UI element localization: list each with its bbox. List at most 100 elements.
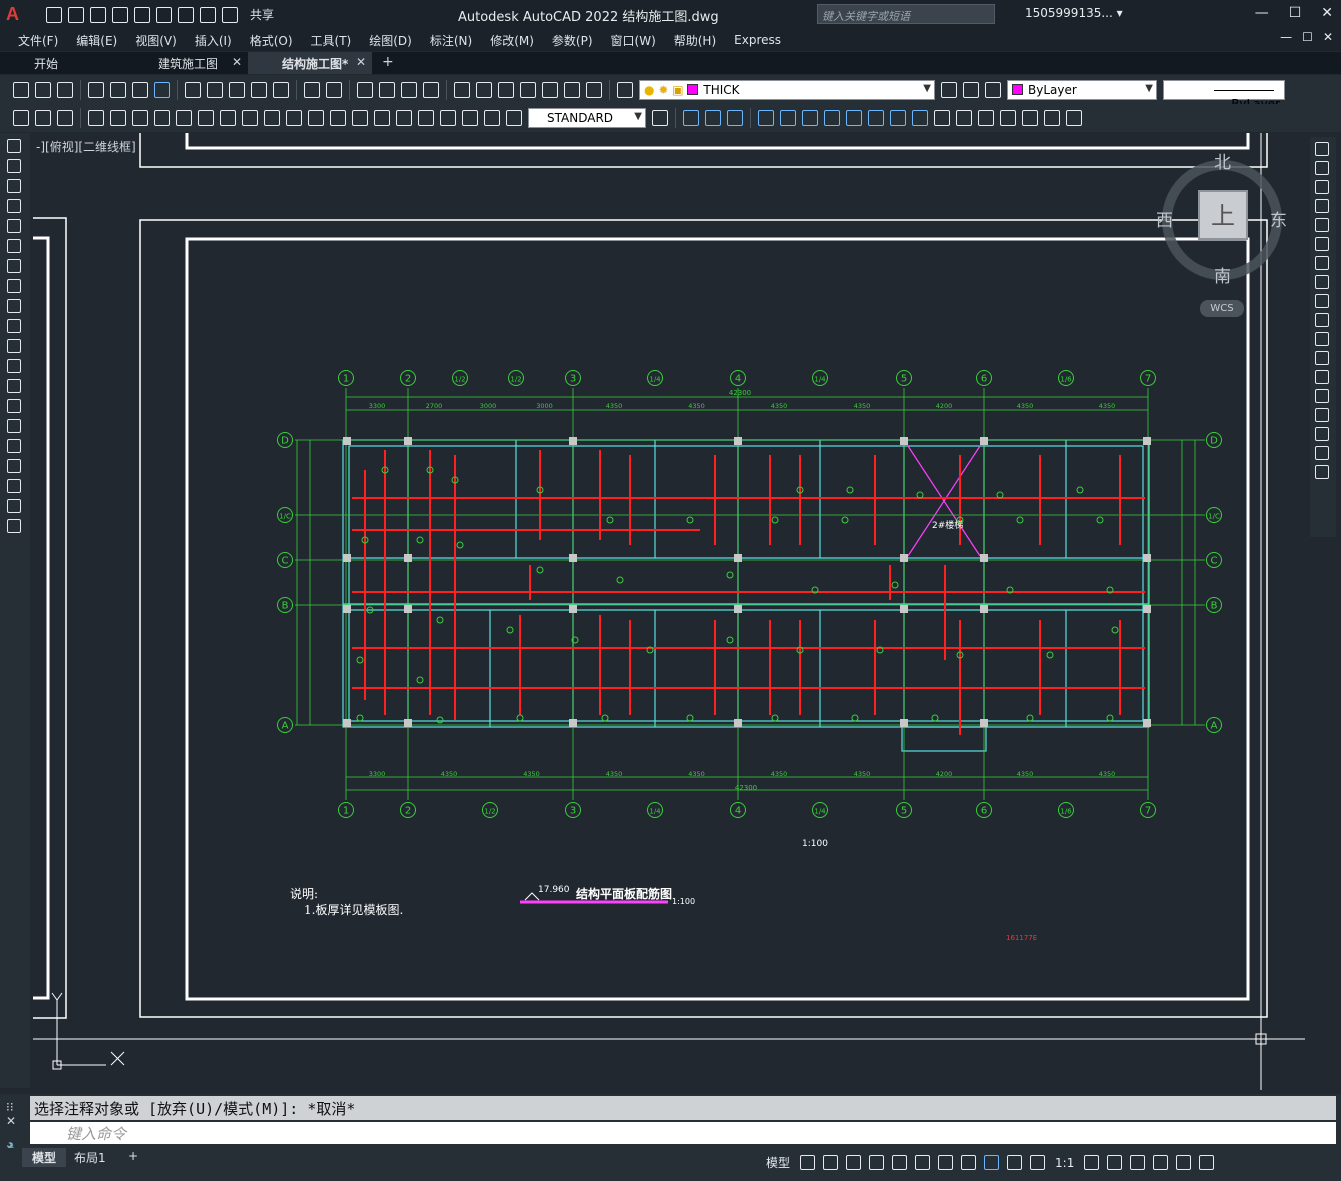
autocad-logo-icon[interactable]: A [6,4,28,26]
taper-faces-icon[interactable] [868,110,884,126]
layer-dropdown[interactable]: ● ✹ ▣ THICK ▼ [639,79,935,100]
design-center-icon[interactable] [476,81,492,98]
menu-file[interactable]: 文件(F) [18,32,58,49]
save-icon[interactable] [90,6,106,23]
inspection-icon[interactable] [418,110,434,126]
shell-icon[interactable] [1000,110,1016,126]
new-icon[interactable] [13,81,29,98]
dimension-style-icon[interactable] [652,110,668,126]
tab-start[interactable]: 开始 [0,52,124,74]
edit-text-icon[interactable] [13,110,29,126]
arc-icon[interactable] [7,239,21,253]
print-icon[interactable] [178,6,194,23]
plot-preview-icon[interactable] [110,81,126,98]
command-input[interactable]: 键入命令 [30,1122,1336,1144]
arc-length-icon[interactable] [132,110,148,126]
publish-icon[interactable] [132,81,148,98]
menu-tools[interactable]: 工具(T) [311,32,352,49]
break-at-point-icon[interactable] [1315,351,1329,365]
polyline-icon[interactable] [7,179,21,193]
revision-cloud-icon[interactable] [7,279,21,293]
redo-icon[interactable] [326,81,342,98]
baseline-dimension-icon[interactable] [286,110,302,126]
multiline-text-icon[interactable] [7,499,21,513]
menu-express[interactable]: Express [734,33,781,47]
new-icon[interactable] [46,6,62,23]
clean-icon[interactable] [956,110,972,126]
undo-icon[interactable] [304,81,320,98]
scale-icon[interactable] [1315,275,1329,289]
menu-view[interactable]: 视图(V) [135,32,177,49]
menu-draw[interactable]: 绘图(D) [369,32,412,49]
extend-icon[interactable] [1315,332,1329,346]
region-icon[interactable] [7,459,21,473]
cut-icon[interactable] [185,81,201,98]
circle-icon[interactable] [7,259,21,273]
3d-print-icon[interactable] [154,81,170,98]
auto-scale-icon[interactable] [1007,1155,1023,1170]
dimension-text-edit-icon[interactable] [484,110,500,126]
object-snap-icon[interactable] [938,1155,954,1170]
line-icon[interactable] [7,139,21,153]
menu-help[interactable]: 帮助(H) [674,32,716,49]
layer-states-icon[interactable] [985,81,1001,98]
menu-insert[interactable]: 插入(I) [195,32,232,49]
angular-dimension-icon[interactable] [242,110,258,126]
extrude-faces-icon[interactable] [758,110,774,126]
paste-icon[interactable] [229,81,245,98]
make-current-layer-icon[interactable] [941,81,957,98]
linetype-dropdown[interactable]: ByLayer [1163,79,1285,111]
continue-dimension-icon[interactable] [308,110,324,126]
separate-icon[interactable] [978,110,994,126]
diameter-dimension-icon[interactable] [220,110,236,126]
menu-format[interactable]: 格式(O) [250,32,293,49]
maximize-button[interactable]: ☐ [1289,5,1302,21]
lineweight-icon[interactable] [961,1155,977,1170]
point-icon[interactable] [7,399,21,413]
array-icon[interactable] [1315,218,1329,232]
chamfer-icon[interactable] [1315,408,1329,422]
compass-south[interactable]: 南 [1214,262,1231,287]
block-editor-icon[interactable] [273,81,289,98]
union-icon[interactable] [683,110,699,126]
layer-properties-icon[interactable] [617,81,633,98]
check-icon[interactable] [1022,110,1038,126]
match-properties-icon[interactable] [251,81,267,98]
calculator-icon[interactable] [564,81,580,98]
dimension-break-icon[interactable] [352,110,368,126]
offset-icon[interactable] [1315,199,1329,213]
clean-screen-icon[interactable] [1176,1155,1192,1170]
solid-edit-icon[interactable] [1066,110,1082,126]
user-account[interactable]: 1505999135... ▾ [1025,6,1123,20]
menu-edit[interactable]: 编辑(E) [76,32,117,49]
color-dropdown[interactable]: ByLayer ▼ [1007,79,1157,100]
copy-icon[interactable] [207,81,223,98]
quick-dimension-icon[interactable] [264,110,280,126]
copy-faces-icon[interactable] [890,110,906,126]
sheet-set-icon[interactable] [520,81,536,98]
radius-dimension-icon[interactable] [176,110,192,126]
new-tab-button[interactable]: + [372,52,404,74]
construction-line-icon[interactable] [7,159,21,173]
redo-icon[interactable] [222,6,238,23]
jogged-dimension-icon[interactable] [198,110,214,126]
isolate-objects-icon[interactable] [1130,1155,1146,1170]
trim-icon[interactable] [1315,313,1329,327]
gradient-icon[interactable] [7,439,21,453]
layer-previous-icon[interactable] [963,81,979,98]
subtract-icon[interactable] [705,110,721,126]
layer-icon[interactable] [57,110,73,126]
compass-west[interactable]: 西 [1156,206,1173,231]
jogged-linear-icon[interactable] [440,110,456,126]
table-icon[interactable] [7,479,21,493]
close-button[interactable]: ✕ [1321,5,1333,21]
offset-faces-icon[interactable] [802,110,818,126]
customization-menu-icon[interactable] [1199,1155,1215,1170]
copy-object-icon[interactable] [1315,161,1329,175]
ordinate-dimension-icon[interactable] [154,110,170,126]
tolerance-icon[interactable] [374,110,390,126]
pan-icon[interactable] [357,81,373,98]
annotation-scale-value[interactable]: 1:1 [1051,1154,1078,1172]
attribute-icon[interactable] [35,110,51,126]
ellipse-arc-icon[interactable] [7,339,21,353]
